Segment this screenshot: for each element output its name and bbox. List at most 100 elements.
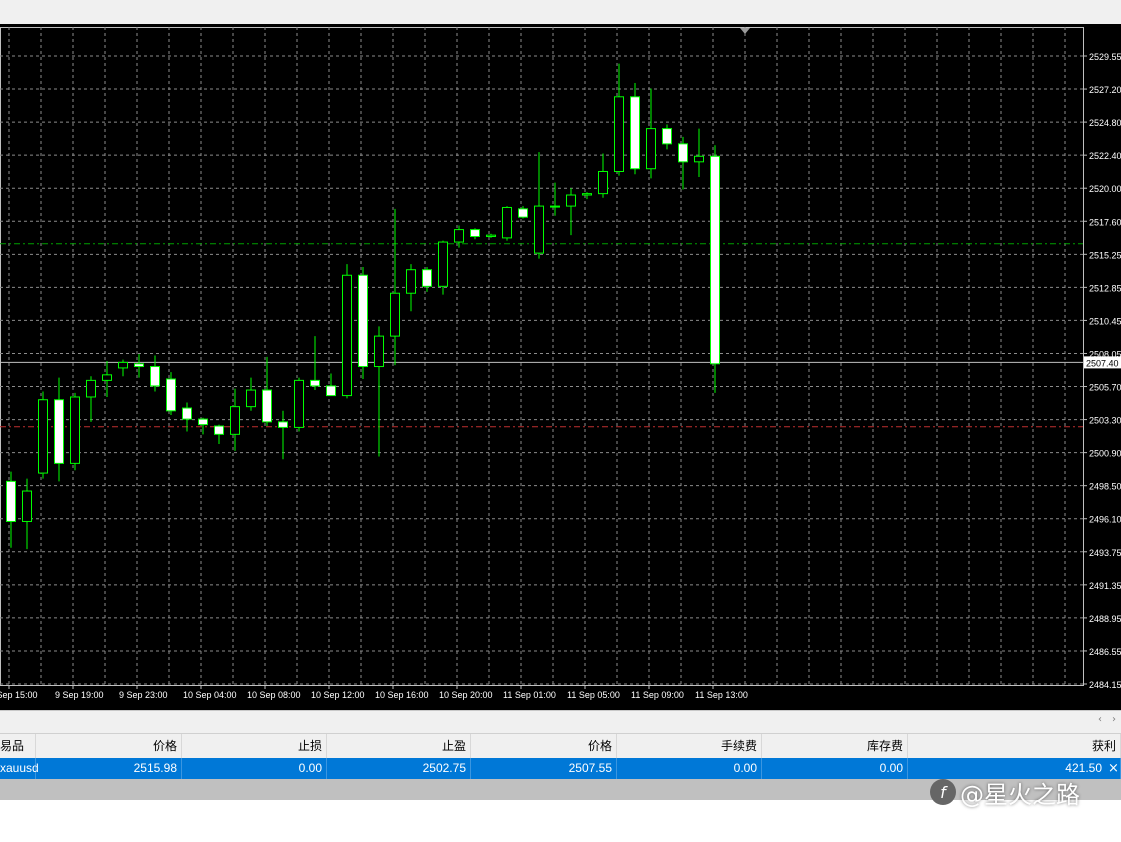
candle-body <box>230 406 240 435</box>
candle-body <box>582 193 592 196</box>
candle <box>358 266 368 379</box>
y-tick-label: 2496.10 <box>1089 515 1121 525</box>
y-tick-label: 2505.70 <box>1089 383 1121 393</box>
candle <box>38 391 48 479</box>
scroll-left-icon[interactable]: ‹ <box>1098 714 1102 725</box>
column-header[interactable]: 库存费 <box>762 734 908 758</box>
candle <box>662 124 672 150</box>
y-tick-label: 2498.50 <box>1089 482 1121 492</box>
candle-body <box>326 385 336 397</box>
candle <box>54 377 64 482</box>
candle-body <box>6 480 16 522</box>
close-position-icon[interactable]: × <box>1108 758 1119 779</box>
candle-body <box>406 269 416 294</box>
x-tick-label: 11 Sep 05:00 <box>567 690 620 700</box>
y-tick-label: 2529.55 <box>1089 52 1121 62</box>
candle-body <box>566 194 576 207</box>
candle-body <box>470 229 480 238</box>
x-tick-label: 10 Sep 20:00 <box>439 690 493 700</box>
x-tick-label: 9 Sep 23:00 <box>119 690 168 700</box>
candle <box>598 153 608 198</box>
table-cell: 2515.98 <box>36 758 182 779</box>
candle <box>262 356 272 427</box>
candle <box>486 233 496 238</box>
column-header[interactable]: 易品种 <box>0 734 36 777</box>
candle-body <box>134 363 144 368</box>
candle <box>86 376 96 422</box>
candle-body <box>294 379 304 428</box>
candle-body <box>550 205 560 208</box>
current-price-label: 2507.40 <box>1086 358 1119 368</box>
candle <box>198 417 208 435</box>
candle <box>166 372 176 415</box>
column-header[interactable]: 价格 <box>471 734 617 758</box>
x-tick-label: 10 Sep 16:00 <box>375 690 429 700</box>
candle-body <box>22 490 32 522</box>
column-header[interactable]: 止盈 <box>327 734 471 758</box>
chart-shift-icon <box>740 28 750 34</box>
candle <box>518 206 528 219</box>
candle <box>470 228 480 240</box>
candle-body <box>422 269 432 287</box>
candle <box>454 225 464 248</box>
candle-body <box>518 208 528 218</box>
candle-body <box>310 379 320 387</box>
candle-body <box>534 205 544 254</box>
watermark-text: @星火之路 <box>960 780 1080 809</box>
candle <box>502 206 512 241</box>
candle <box>374 326 384 457</box>
candle-body <box>438 241 448 287</box>
y-tick-label: 2512.85 <box>1089 283 1121 293</box>
y-tick-label: 2491.35 <box>1089 581 1121 591</box>
candle-body <box>118 361 128 369</box>
watermark: f @星火之路 <box>930 775 1080 809</box>
y-tick-label: 2510.45 <box>1089 316 1121 326</box>
chart-horizontal-scroll[interactable]: ‹ › <box>0 710 1121 733</box>
x-tick-label: 11 Sep 09:00 <box>631 690 684 700</box>
table-cell: 0.00 <box>762 758 908 779</box>
candle <box>566 188 576 236</box>
candle <box>150 355 160 392</box>
candle <box>230 388 240 451</box>
candle-body <box>70 396 80 464</box>
candle <box>134 354 144 378</box>
candle-body <box>646 128 656 170</box>
candle-body <box>598 171 608 195</box>
candle-body <box>614 96 624 173</box>
x-tick-label: 10 Sep 04:00 <box>183 690 237 700</box>
x-tick-label: 11 Sep 13:00 <box>695 690 748 700</box>
plot-border <box>0 27 1084 686</box>
watermark-logo-icon: f <box>930 779 956 805</box>
candle-body <box>262 389 272 423</box>
candle <box>694 128 704 178</box>
y-tick-label: 2520.00 <box>1089 184 1121 194</box>
trade-table-header: 易品种价格止损止盈价格手续费库存费获利 <box>0 733 1121 777</box>
candle-body <box>710 155 720 365</box>
y-tick-label: 2503.30 <box>1089 416 1121 426</box>
candle <box>678 136 688 190</box>
candle-body <box>342 274 352 397</box>
candle <box>310 336 320 391</box>
table-cell: 2502.75 <box>327 758 471 779</box>
column-header[interactable]: 止损 <box>182 734 327 758</box>
x-tick-label: 10 Sep 08:00 <box>247 690 301 700</box>
candle-body <box>166 378 176 412</box>
y-tick-label: 2524.80 <box>1089 118 1121 128</box>
candle <box>278 410 288 460</box>
candle <box>422 266 432 292</box>
column-header[interactable]: 价格 <box>36 734 182 758</box>
candle-body <box>678 143 688 163</box>
candle-body <box>486 234 496 238</box>
column-header[interactable]: 手续费 <box>617 734 762 758</box>
candle <box>534 152 544 259</box>
price-chart[interactable]: 2529.55 2527.20 2524.80 2522.40 2520.00 2517.… <box>0 24 1121 710</box>
x-tick-label: 11 Sep 01:00 <box>503 690 556 700</box>
candle-body <box>214 425 224 435</box>
column-header[interactable]: 获利 <box>908 734 1121 758</box>
candle <box>326 373 336 397</box>
candlestick-chart-svg[interactable]: 2529.55 2527.20 2524.80 2522.40 2520.00 2517.… <box>0 24 1121 710</box>
scroll-right-icon[interactable]: › <box>1112 714 1116 725</box>
candle-body <box>502 206 512 239</box>
y-tick-label: 2484.15 <box>1089 680 1121 690</box>
candle-body <box>630 96 640 170</box>
